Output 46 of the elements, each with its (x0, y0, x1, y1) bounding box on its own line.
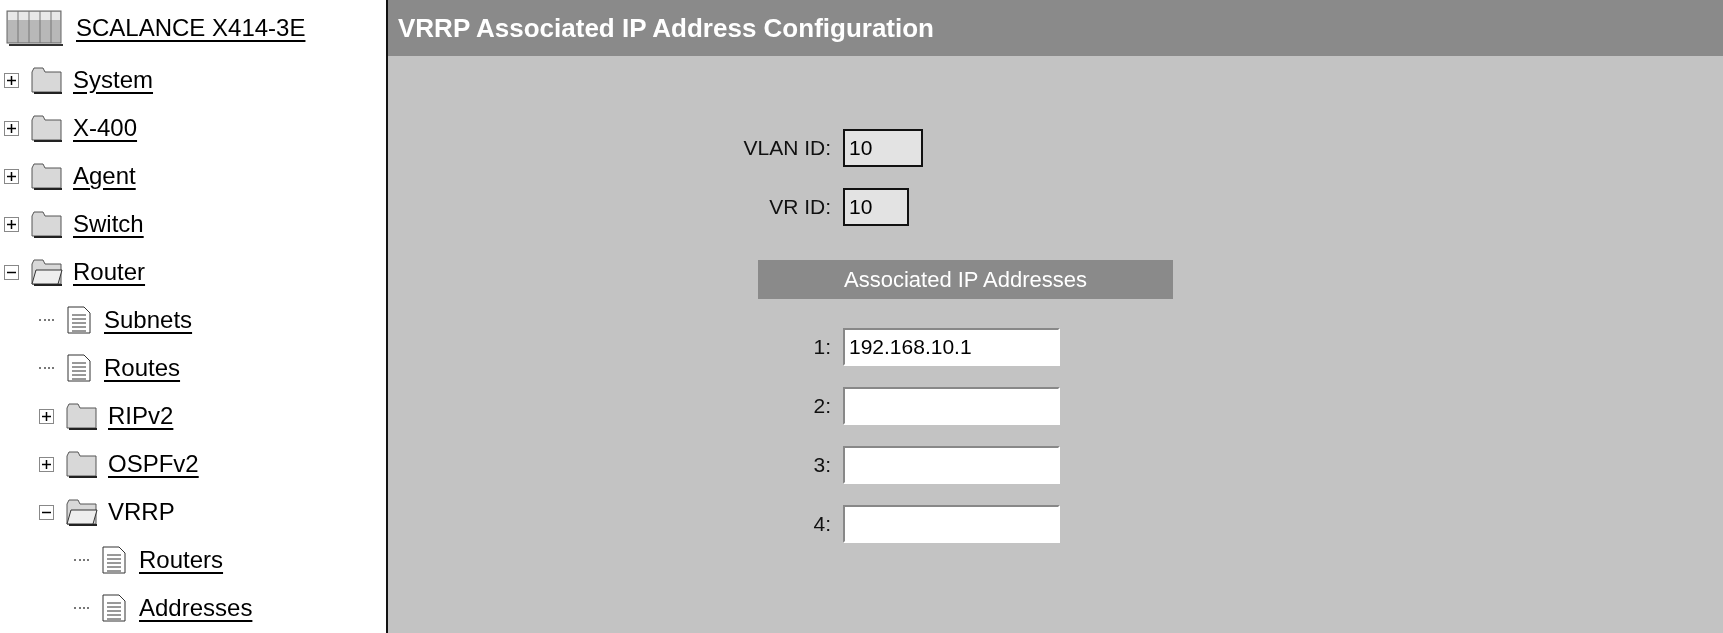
page-title: VRRP Associated IP Address Configuration (388, 0, 1723, 56)
field-label: 4: (812, 511, 832, 536)
tree-link[interactable]: Subnets (104, 306, 193, 334)
ip-address-field[interactable] (843, 445, 1060, 484)
collapse-icon[interactable] (4, 264, 19, 280)
expand-icon[interactable] (39, 408, 54, 424)
tree-link[interactable]: OSPFv2 (108, 450, 199, 478)
tree-link[interactable]: Agent (73, 162, 136, 190)
folder-icon (31, 66, 63, 94)
field-label: 1: (812, 334, 832, 359)
open-folder-icon (66, 498, 98, 526)
field-label: 2: (812, 393, 832, 418)
folder-icon (31, 210, 63, 238)
tree-link[interactable]: X-400 (73, 114, 138, 142)
expand-icon[interactable] (4, 72, 19, 88)
tree-link[interactable]: Routes (104, 354, 181, 382)
document-icon (101, 546, 127, 574)
expand-icon[interactable] (4, 216, 19, 232)
document-icon (101, 594, 127, 622)
device-link[interactable]: SCALANCE X414-3E (76, 14, 306, 42)
folder-icon (66, 450, 98, 478)
field-label: VLAN ID: (742, 135, 832, 160)
folder-icon (31, 114, 63, 142)
ip-address-field[interactable]: 192.168.10.1 (843, 327, 1060, 366)
expand-icon[interactable] (4, 120, 19, 136)
open-folder-icon (31, 258, 63, 286)
tree-link[interactable]: RIPv2 (108, 402, 174, 430)
ip-address-field[interactable] (843, 386, 1060, 425)
device-icon (6, 10, 64, 46)
collapse-icon[interactable] (39, 504, 54, 520)
section-header: Associated IP Addresses (758, 260, 1173, 299)
document-icon (66, 354, 92, 382)
field-label: 3: (812, 452, 832, 477)
tree-link[interactable]: System (73, 66, 153, 94)
tree-link[interactable]: Addresses (139, 594, 253, 622)
tree-link[interactable]: Routers (139, 546, 224, 574)
expand-icon[interactable] (4, 168, 19, 184)
document-icon (66, 306, 92, 334)
ip-address-field[interactable] (843, 504, 1060, 543)
tree-link[interactable]: Router (73, 258, 146, 286)
field-label: VR ID: (768, 194, 832, 219)
expand-icon[interactable] (39, 456, 54, 472)
tree-link[interactable]: Switch (73, 210, 144, 238)
tree-item[interactable]: VRRP (108, 498, 175, 526)
folder-icon (66, 402, 98, 430)
folder-icon (31, 162, 63, 190)
